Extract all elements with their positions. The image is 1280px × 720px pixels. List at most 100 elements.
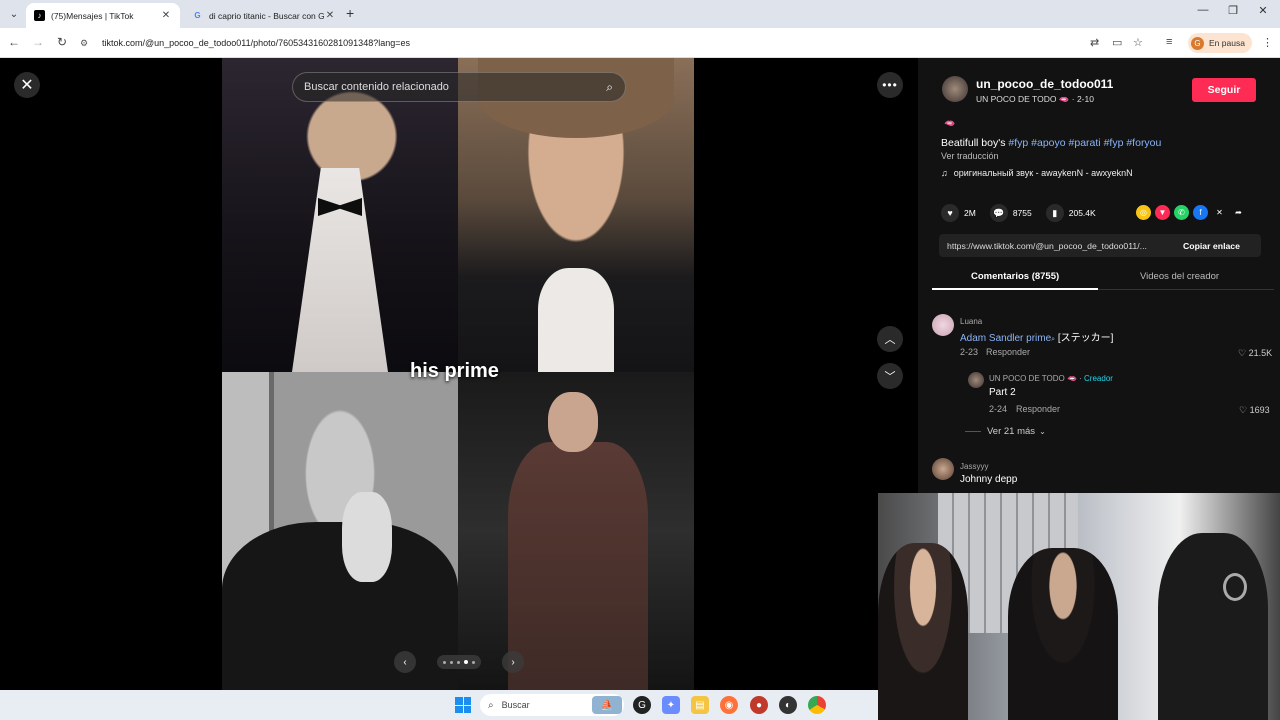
chrome-icon[interactable]: [808, 696, 826, 714]
chair-logo-icon: [1223, 573, 1247, 601]
tab-google[interactable]: G di caprio titanic - Buscar con Go ✕: [184, 3, 344, 28]
comment-username[interactable]: UN POCO DE TODO 🫦 · Creador: [989, 374, 1113, 383]
send-share-icon[interactable]: ▼: [1155, 205, 1170, 220]
close-viewer-button[interactable]: ✕: [14, 72, 40, 98]
see-translation-link[interactable]: Ver traducción: [941, 151, 999, 161]
comment-username[interactable]: Luana: [960, 317, 982, 326]
app-red-icon[interactable]: ●: [750, 696, 768, 714]
install-icon[interactable]: ▭: [1112, 36, 1122, 49]
post-link[interactable]: https://www.tiktok.com/@un_pocoo_de_todo…: [939, 241, 1171, 251]
app-icon-g[interactable]: G: [633, 696, 651, 714]
avatar[interactable]: [968, 372, 984, 388]
like-button[interactable]: ♥ 2M: [941, 204, 976, 222]
embed-share-icon[interactable]: ◎: [1136, 205, 1151, 220]
prev-photo-button[interactable]: ‹: [394, 651, 416, 673]
minimize-icon[interactable]: —: [1188, 4, 1218, 16]
heart-icon: ♥: [941, 204, 959, 222]
reply-button[interactable]: Responder: [1016, 404, 1060, 414]
comment-button[interactable]: 💬 8755: [989, 204, 1032, 222]
restore-icon[interactable]: ❐: [1218, 4, 1248, 17]
author-username[interactable]: un_pocoo_de_todoo011: [976, 77, 1113, 91]
tab-title: di caprio titanic - Buscar con Go: [209, 10, 324, 21]
related-search-input[interactable]: Buscar contenido relacionado ⌕: [292, 72, 626, 102]
profile-button[interactable]: G En pausa: [1188, 33, 1252, 53]
post-link-box: https://www.tiktok.com/@un_pocoo_de_todo…: [939, 234, 1261, 257]
search-icon[interactable]: ⌕: [606, 80, 613, 95]
hashtag[interactable]: #apoyo: [1031, 137, 1065, 149]
photo-pager: ‹ ›: [394, 650, 524, 674]
tiktok-icon: ♪: [34, 10, 45, 21]
avatar[interactable]: [932, 458, 954, 480]
follow-button[interactable]: Seguir: [1192, 78, 1256, 102]
share-arrow-icon[interactable]: ➦: [1231, 205, 1246, 220]
comment-icon: 💬: [989, 204, 1008, 222]
search-icon: ⌕: [488, 699, 494, 711]
previous-post-button[interactable]: ︿: [877, 326, 903, 352]
next-post-button[interactable]: ﹀: [877, 363, 903, 389]
copilot-icon[interactable]: ✦: [662, 696, 680, 714]
pager-dot[interactable]: [472, 660, 475, 664]
steam-icon[interactable]: ◐: [779, 696, 797, 714]
tab-comments[interactable]: Comentarios (8755): [971, 271, 1059, 282]
reload-icon[interactable]: ↻: [54, 35, 70, 49]
windows-taskbar: ⌕ Buscar ⛵ G ✦ ▤ ◉ ● ◐: [0, 690, 878, 720]
photo-black-white: [222, 372, 458, 690]
author-avatar[interactable]: [942, 76, 968, 102]
pager-dot[interactable]: [457, 660, 460, 664]
new-tab-icon[interactable]: +: [346, 5, 354, 21]
tab-search-chevron-icon[interactable]: ⌄: [6, 6, 22, 22]
hashtag[interactable]: #fyp: [1104, 137, 1124, 149]
file-explorer-icon[interactable]: ▤: [691, 696, 709, 714]
facebook-icon[interactable]: f: [1193, 205, 1208, 220]
pager-dot[interactable]: [443, 660, 446, 664]
music-link[interactable]: ♫ оригинальный звук - awaykenN - awxyekn…: [941, 168, 1133, 178]
reply-button[interactable]: Responder: [986, 347, 1030, 357]
browser-menu-icon[interactable]: ⋮: [1262, 36, 1273, 49]
close-tab-icon[interactable]: ✕: [324, 10, 336, 21]
photo-leather-jacket: [458, 372, 694, 690]
tab-tiktok[interactable]: ♪ (75)Mensajes | TikTok ✕: [26, 3, 180, 28]
widget-ship-icon[interactable]: ⛵: [592, 696, 622, 714]
close-tab-icon[interactable]: ✕: [160, 10, 172, 21]
back-icon[interactable]: ←: [6, 35, 22, 49]
url-text: tiktok.com/@un_pocoo_de_todoo011/photo/7…: [102, 38, 410, 48]
x-icon[interactable]: ✕: [1212, 205, 1227, 220]
avatar[interactable]: [932, 314, 954, 336]
pager-dot-active[interactable]: [464, 660, 468, 664]
firefox-icon[interactable]: ◉: [720, 696, 738, 714]
bookmark-icon: ▮: [1045, 204, 1064, 222]
creator-badge: Creador: [1084, 374, 1113, 383]
view-more-replies-button[interactable]: Ver 21 más ⌄: [965, 426, 1046, 437]
lips-emoji: 🫦: [944, 118, 956, 128]
next-photo-button[interactable]: ›: [502, 651, 524, 673]
description-text: Beatifull boy's: [941, 137, 1009, 149]
hashtag[interactable]: #parati: [1069, 137, 1101, 149]
windows-start-icon[interactable]: [455, 697, 471, 713]
close-window-icon[interactable]: ✕: [1248, 4, 1278, 17]
photo-viewer: ✕ ••• his prime Buscar contenido relacio…: [0, 58, 918, 690]
hashtag[interactable]: #fyp: [1008, 137, 1028, 149]
comment-like-button[interactable]: ♡ 21.5K: [1238, 348, 1272, 359]
media-control-icon[interactable]: ≡: [1166, 36, 1172, 48]
hashtag[interactable]: #foryou: [1126, 137, 1161, 149]
copy-link-button[interactable]: Copiar enlace: [1183, 241, 1240, 251]
forward-icon[interactable]: →: [30, 35, 46, 49]
avatar: G: [1191, 36, 1204, 50]
more-options-button[interactable]: •••: [877, 72, 903, 98]
whatsapp-icon[interactable]: ✆: [1174, 205, 1189, 220]
bookmark-star-icon[interactable]: ☆: [1133, 36, 1143, 49]
comment-sticker: [ステッカー]: [1055, 333, 1114, 344]
engagement-stats: ♥ 2M 💬 8755 ▮ 205.4K: [941, 204, 1110, 222]
address-bar[interactable]: ⚙ tiktok.com/@un_pocoo_de_todoo011/photo…: [80, 32, 1080, 54]
save-button[interactable]: ▮ 205.4K: [1045, 204, 1096, 222]
comment-username[interactable]: Jassyyy: [960, 462, 988, 471]
tab-creator-videos[interactable]: Videos del creador: [1140, 271, 1219, 282]
search-link[interactable]: Adam Sandler prime: [960, 333, 1051, 344]
comment-like-button[interactable]: ♡ 1693: [1239, 405, 1270, 416]
translate-icon[interactable]: ⇄: [1090, 36, 1099, 49]
pager-dot[interactable]: [450, 660, 453, 664]
webcam-overlay: [878, 493, 1280, 720]
comment-text: Johnny depp: [960, 474, 1018, 485]
author-subtitle: UN POCO DE TODO 🫦 · 2-10: [976, 94, 1094, 104]
site-settings-icon[interactable]: ⚙: [80, 38, 92, 49]
